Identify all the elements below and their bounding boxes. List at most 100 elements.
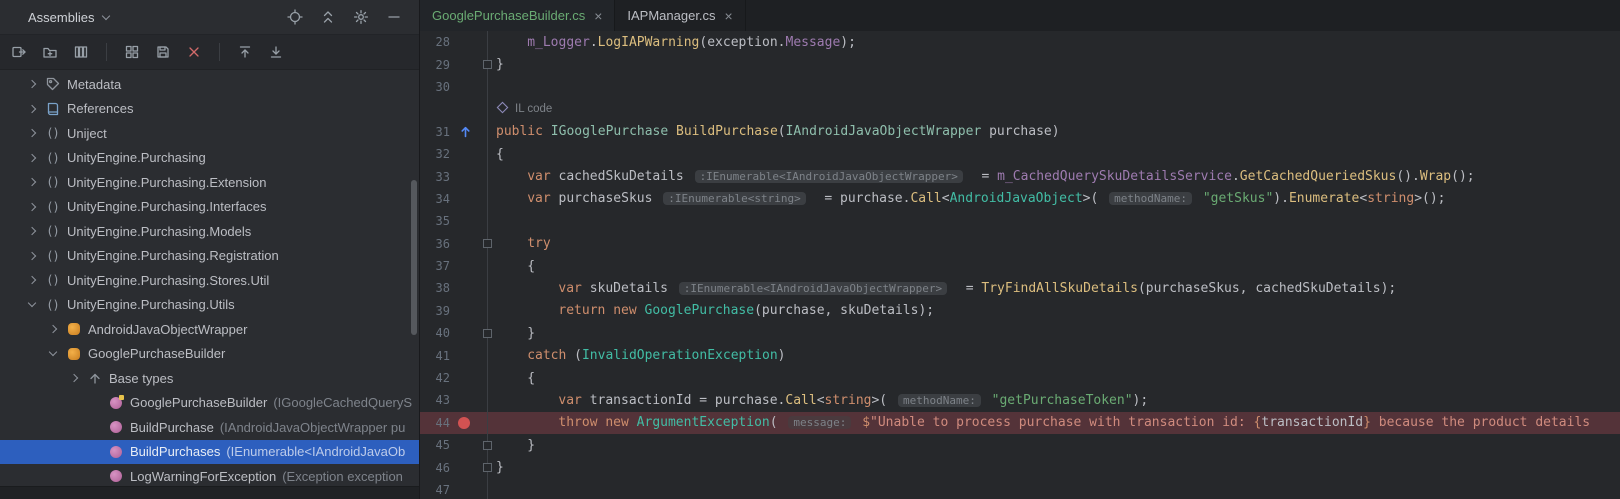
code-line-text[interactable]: throw new ArgumentException( message: $ "…	[496, 415, 1620, 430]
code-line-text[interactable]: {	[496, 371, 1620, 386]
tree-item-references[interactable]: References	[0, 97, 419, 122]
tree-item-androidjavaobjectwrapper[interactable]: AndroidJavaObjectWrapper	[0, 317, 419, 342]
hide-panel-icon[interactable]	[385, 8, 403, 26]
code-line-text[interactable]: var transactionId = purchase. Call < string…	[496, 393, 1620, 408]
code-line-text[interactable]: }	[496, 326, 1620, 341]
tree-scrollbar-thumb[interactable]	[411, 180, 417, 335]
collapse-all-icon[interactable]	[319, 8, 337, 26]
fold-marker[interactable]	[483, 239, 492, 249]
gutter-breakpoint-area[interactable]	[450, 367, 478, 389]
code-line-text[interactable]: }	[496, 57, 1620, 72]
gutter-breakpoint-area[interactable]	[450, 344, 478, 366]
gutter-breakpoint-area[interactable]	[450, 389, 478, 411]
settings-icon[interactable]	[352, 8, 370, 26]
chevron-right-icon[interactable]	[20, 227, 44, 236]
code-line-text[interactable]: var purchaseSkus :IEnumerable<string> = …	[496, 191, 1620, 206]
chevron-right-icon[interactable]	[20, 153, 44, 162]
chevron-right-icon[interactable]	[41, 325, 65, 334]
line-number: 34	[435, 191, 450, 206]
gutter-breakpoint-area[interactable]	[450, 412, 478, 434]
chevron-right-icon[interactable]	[20, 80, 44, 89]
locate-icon[interactable]	[286, 8, 304, 26]
attach-assembly-icon[interactable]	[41, 43, 59, 61]
tree-item-metadata[interactable]: Metadata	[0, 72, 419, 97]
tree-item-uniject[interactable]: () Uniject	[0, 121, 419, 146]
tree-item-unityengine-purchasing-interfaces[interactable]: () UnityEngine.Purchasing.Interfaces	[0, 195, 419, 220]
chevron-right-icon[interactable]	[20, 276, 44, 285]
il-code-icon	[496, 101, 509, 117]
code-line-text[interactable]: }	[496, 438, 1620, 453]
tree-item-unityengine-purchasing-registration[interactable]: () UnityEngine.Purchasing.Registration	[0, 244, 419, 269]
gutter-breakpoint-area[interactable]	[450, 121, 478, 143]
export-project-icon[interactable]	[123, 43, 141, 61]
open-assembly-icon[interactable]	[10, 43, 28, 61]
tree-item-unityengine-purchasing-utils[interactable]: () UnityEngine.Purchasing.Utils	[0, 293, 419, 318]
chevron-right-icon[interactable]	[20, 178, 44, 187]
expand-to-bottom-icon[interactable]	[267, 43, 285, 61]
code-token: exception	[707, 34, 778, 50]
tree-item-logwarningforexception[interactable]: LogWarningForException (Exception excepti…	[0, 464, 419, 486]
chevron-down-icon[interactable]	[41, 348, 65, 357]
tree-horizontal-scrollbar-track[interactable]	[0, 486, 419, 499]
gutter-breakpoint-area[interactable]	[450, 143, 478, 165]
code-token: public	[496, 124, 551, 140]
gutter-breakpoint-area[interactable]	[450, 76, 478, 98]
tree-item-googlepurchasebuilder[interactable]: GooglePurchaseBuilder	[0, 342, 419, 367]
fold-marker[interactable]	[483, 328, 492, 338]
chevron-down-icon[interactable]	[20, 299, 44, 308]
gutter-breakpoint-area[interactable]	[450, 210, 478, 232]
assembly-list-icon[interactable]	[72, 43, 90, 61]
gutter-breakpoint-area[interactable]	[450, 300, 478, 322]
tree-item-unityengine-purchasing-stores-util[interactable]: () UnityEngine.Purchasing.Stores.Util	[0, 268, 419, 293]
code-line-text[interactable]: catch (InvalidOperationException)	[496, 348, 1620, 363]
assemblies-dropdown[interactable]: Assemblies	[28, 10, 111, 25]
tab-iapmanager-cs[interactable]: IAPManager.cs ×	[615, 0, 746, 31]
tree-item-googlepurchasebuilder[interactable]: GooglePurchaseBuilder (IGoogleCachedQuery…	[0, 391, 419, 416]
fold-marker[interactable]	[483, 463, 492, 473]
tab-googlepurchasebuilder-cs[interactable]: GooglePurchaseBuilder.cs ×	[420, 0, 616, 31]
fold-marker[interactable]	[483, 440, 492, 450]
gutter-breakpoint-area[interactable]	[450, 479, 478, 499]
il-code-label[interactable]: IL code	[496, 101, 552, 117]
remove-assembly-icon[interactable]	[185, 43, 203, 61]
chevron-right-icon[interactable]	[20, 202, 44, 211]
tree-item-buildpurchases[interactable]: BuildPurchases (IEnumerable<IAndroidJavaO…	[0, 439, 419, 464]
code-editor[interactable]: 28 m_Logger. LogIAPWarning(exception. Messa…	[420, 31, 1620, 499]
chevron-right-icon[interactable]	[20, 129, 44, 138]
il-code-inlay[interactable]: IL code	[496, 101, 1620, 117]
code-line-text[interactable]: }	[496, 460, 1620, 475]
tab-close-icon[interactable]: ×	[594, 9, 602, 23]
code-line-text[interactable]: try	[496, 236, 1620, 251]
code-line-text[interactable]: m_Logger. LogIAPWarning(exception. Message…	[496, 35, 1620, 50]
tree-item-base-types[interactable]: Base types	[0, 366, 419, 391]
code-line-text[interactable]: var cachedSkuDetails :IEnumerable<IAndro…	[496, 169, 1620, 184]
chevron-right-icon[interactable]	[20, 104, 44, 113]
tab-close-icon[interactable]: ×	[725, 9, 733, 23]
code-line-text[interactable]: {	[496, 259, 1620, 274]
breakpoint-icon[interactable]	[458, 416, 470, 429]
tree-item-unityengine-purchasing-extension[interactable]: () UnityEngine.Purchasing.Extension	[0, 170, 419, 195]
gutter-breakpoint-area[interactable]	[450, 188, 478, 210]
save-icon[interactable]	[154, 43, 172, 61]
gutter-breakpoint-area[interactable]	[450, 31, 478, 53]
chevron-right-icon[interactable]	[62, 374, 86, 383]
gutter-breakpoint-area[interactable]	[450, 456, 478, 478]
gutter-breakpoint-area[interactable]	[450, 434, 478, 456]
gutter-breakpoint-area[interactable]	[450, 98, 478, 120]
gutter-breakpoint-area[interactable]	[450, 53, 478, 75]
gutter-breakpoint-area[interactable]	[450, 322, 478, 344]
code-line-text[interactable]: var skuDetails :IEnumerable<IAndroidJava…	[496, 281, 1620, 296]
code-line-text[interactable]: public IGooglePurchase BuildPurchase(IAn…	[496, 124, 1620, 139]
code-line-text[interactable]: return new GooglePurchase (purchase, skuD…	[496, 303, 1620, 318]
fold-marker[interactable]	[483, 60, 492, 70]
tree-item-unityengine-purchasing-models[interactable]: () UnityEngine.Purchasing.Models	[0, 219, 419, 244]
tree-item-unityengine-purchasing[interactable]: () UnityEngine.Purchasing	[0, 146, 419, 171]
gutter-breakpoint-area[interactable]	[450, 277, 478, 299]
gutter-breakpoint-area[interactable]	[450, 165, 478, 187]
collapse-to-top-icon[interactable]	[236, 43, 254, 61]
chevron-right-icon[interactable]	[20, 251, 44, 260]
gutter-breakpoint-area[interactable]	[450, 233, 478, 255]
gutter-breakpoint-area[interactable]	[450, 255, 478, 277]
code-line-text[interactable]: {	[496, 147, 1620, 162]
tree-item-buildpurchase[interactable]: BuildPurchase (IAndroidJavaObjectWrapper …	[0, 415, 419, 440]
